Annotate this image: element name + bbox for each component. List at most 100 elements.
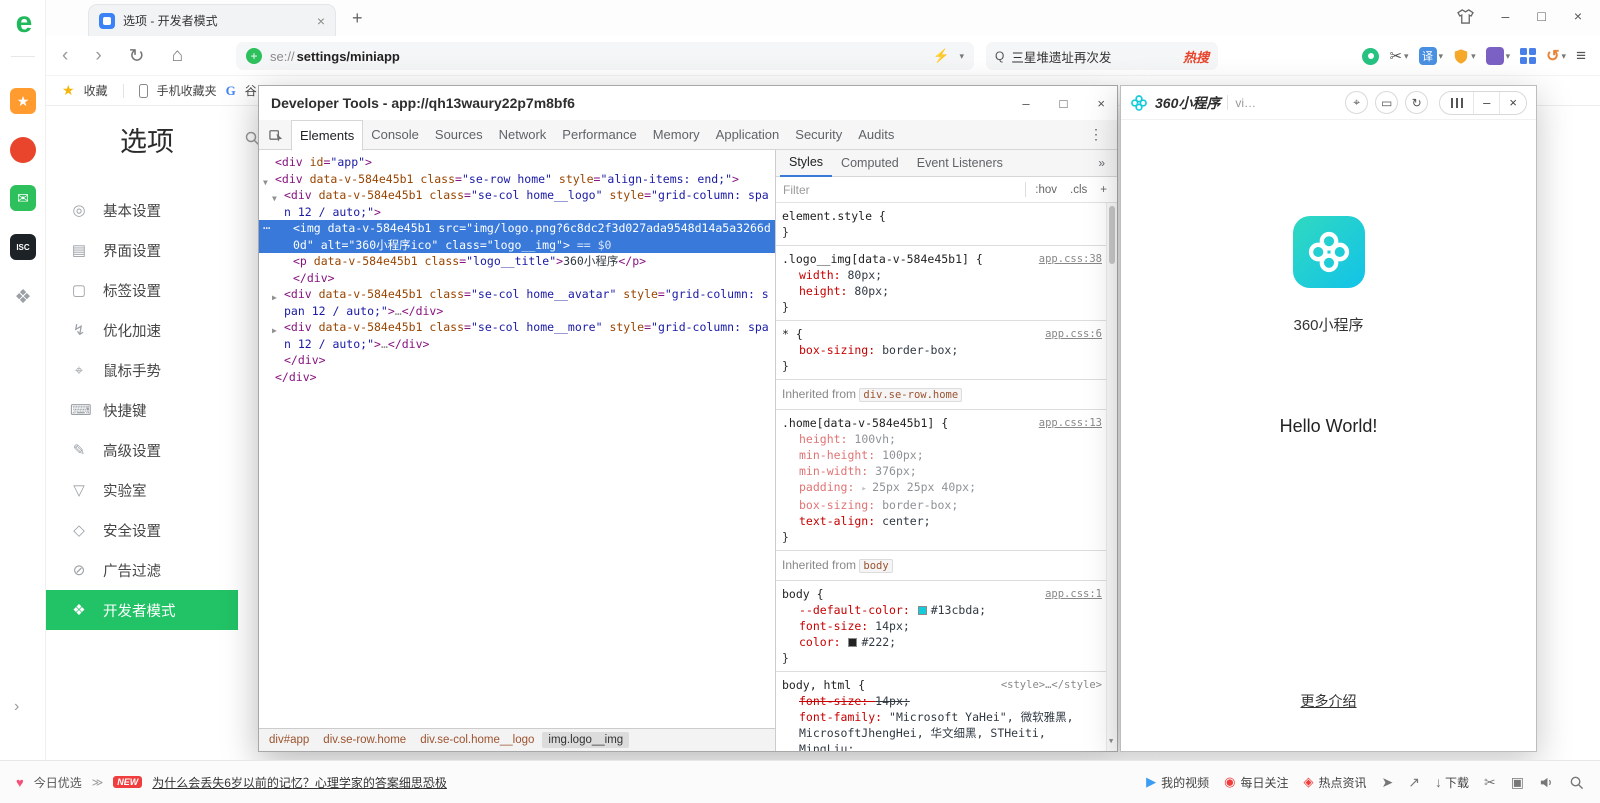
screenshot-icon[interactable]: ✂ bbox=[1484, 774, 1496, 791]
miniapp-minimize-button[interactable]: – bbox=[1473, 92, 1499, 114]
settings-menu-item[interactable]: ❖开发者模式 bbox=[46, 590, 238, 630]
settings-menu-item[interactable]: ◇安全设置 bbox=[46, 510, 238, 550]
hot-search-brand[interactable]: 热搜 bbox=[1183, 47, 1209, 66]
styles-filter-input[interactable] bbox=[783, 183, 1019, 197]
apps-grid-icon[interactable] bbox=[1520, 48, 1536, 64]
panel-icon[interactable]: ▣ bbox=[1511, 774, 1524, 791]
styles-scrollbar[interactable]: ▼ bbox=[1106, 203, 1117, 751]
breadcrumb-item[interactable]: div.se-col.home__logo bbox=[414, 732, 540, 748]
stylesheet-link[interactable]: app.css:6 bbox=[1045, 326, 1102, 342]
dom-tree-node[interactable]: <p data-v-584e45b1 class="logo__title">3… bbox=[259, 253, 775, 270]
stylesheet-link[interactable]: app.css:13 bbox=[1039, 415, 1102, 431]
rule-selector[interactable]: .home[data-v-584e45b1] { bbox=[782, 416, 948, 430]
speaker-icon[interactable] bbox=[1539, 775, 1554, 790]
stylesheet-link[interactable]: <style>…</style> bbox=[1001, 677, 1102, 693]
sidebar-tab-event-listeners[interactable]: Event Listeners bbox=[908, 150, 1012, 176]
devtools-tab-audits[interactable]: Audits bbox=[850, 120, 902, 149]
settings-menu-item[interactable]: ⊘广告过滤 bbox=[46, 550, 238, 590]
stylesheet-link[interactable]: app.css:1 bbox=[1045, 586, 1102, 602]
css-property[interactable]: font-family: "Microsoft YaHei", 微软雅黑, Mi… bbox=[782, 709, 1102, 751]
css-property[interactable]: width: 80px; bbox=[782, 267, 1102, 283]
back-icon[interactable]: ‹ bbox=[62, 45, 68, 67]
css-property[interactable]: box-sizing: border-box; bbox=[782, 342, 1102, 358]
mobile-favorites-button[interactable]: 手机收藏夹 bbox=[157, 82, 217, 99]
settings-menu-item[interactable]: ↯优化加速 bbox=[46, 310, 238, 350]
devtools-minimize-button[interactable]: – bbox=[1022, 96, 1029, 111]
twisty-icon[interactable]: ▶ bbox=[272, 290, 277, 307]
favorites-button[interactable]: 收藏 bbox=[84, 82, 108, 99]
share-icon[interactable]: ➤ bbox=[1382, 774, 1394, 791]
css-property[interactable]: min-height: 100px; bbox=[782, 447, 1102, 463]
minimize-button[interactable]: – bbox=[1502, 8, 1510, 24]
dom-tree-node[interactable]: ▶<div data-v-584e45b1 class="se-col home… bbox=[259, 319, 775, 352]
favorites-sidebar-icon[interactable]: ★ bbox=[10, 88, 36, 114]
skin-icon[interactable] bbox=[1457, 9, 1474, 24]
url-field[interactable]: + se:// settings/miniapp ⚡ ▾ bbox=[236, 42, 974, 70]
devtools-tab-security[interactable]: Security bbox=[787, 120, 850, 149]
dom-tree-node[interactable]: ⋯<img data-v-584e45b1 src="img/logo.png?… bbox=[259, 220, 775, 253]
screenshot-extension[interactable]: ✂▾ bbox=[1389, 47, 1408, 65]
css-property[interactable]: font-size: 14px; bbox=[782, 693, 1102, 709]
scroll-down-icon[interactable]: ▼ bbox=[1109, 733, 1113, 749]
miniapp-titlebar[interactable]: 360小程序 vi… ⌖ ▭ ↻ – × bbox=[1121, 86, 1536, 120]
dom-tree-node[interactable]: </div> bbox=[259, 270, 775, 287]
rule-selector[interactable]: element.style { bbox=[782, 209, 886, 223]
inspect-element-icon[interactable] bbox=[265, 127, 287, 142]
scrollbar-thumb[interactable] bbox=[1109, 206, 1115, 264]
search-box[interactable]: Q 三星堆遗址再次发 热搜 bbox=[986, 42, 1218, 70]
settings-menu-item[interactable]: ▤界面设置 bbox=[46, 230, 238, 270]
dom-tree-node[interactable]: </div> bbox=[259, 352, 775, 369]
settings-menu-item[interactable]: ▽实验室 bbox=[46, 470, 238, 510]
green-status-icon[interactable] bbox=[1362, 48, 1379, 65]
restore-extension[interactable]: ↺▾ bbox=[1546, 46, 1566, 66]
settings-menu-item[interactable]: ⌖鼠标手势 bbox=[46, 350, 238, 390]
sidebar-tab-styles[interactable]: Styles bbox=[780, 149, 832, 177]
search-query[interactable]: 三星堆遗址再次发 bbox=[1011, 47, 1176, 66]
settings-menu-item[interactable]: ⌨快捷键 bbox=[46, 390, 238, 430]
monitor-icon[interactable]: ▭ bbox=[1375, 91, 1398, 114]
more-info-link[interactable]: 更多介绍 bbox=[1121, 691, 1536, 711]
expand-icon[interactable]: ▸ bbox=[861, 484, 872, 494]
devtools-tab-sources[interactable]: Sources bbox=[427, 120, 491, 149]
speed-mode-icon[interactable]: ⚡ bbox=[933, 48, 949, 64]
strip-expand-icon[interactable]: › bbox=[14, 698, 19, 716]
devtools-tab-elements[interactable]: Elements bbox=[291, 120, 363, 151]
game-extension[interactable]: ▾ bbox=[1486, 47, 1511, 65]
css-property[interactable]: color: #222; bbox=[782, 634, 1102, 650]
pseudo-toggle-button[interactable]: :hov bbox=[1032, 184, 1060, 196]
dom-tree-node[interactable]: ▼<div data-v-584e45b1 class="se-row home… bbox=[259, 171, 775, 188]
devtools-tab-network[interactable]: Network bbox=[491, 120, 555, 149]
devtools-more-icon[interactable]: ⋮ bbox=[1081, 126, 1111, 143]
devtools-tab-console[interactable]: Console bbox=[363, 120, 427, 149]
color-swatch-icon[interactable] bbox=[918, 606, 927, 615]
zoom-search-icon[interactable] bbox=[1569, 775, 1584, 790]
home-icon[interactable]: ⌂ bbox=[172, 45, 183, 67]
browser-tab[interactable]: 选项 - 开发者模式 × bbox=[88, 4, 336, 36]
rule-selector[interactable]: .logo__img[data-v-584e45b1] { bbox=[782, 252, 983, 266]
isc-badge-icon[interactable]: ISC bbox=[10, 234, 36, 260]
breadcrumb-item[interactable]: img.logo__img bbox=[542, 732, 629, 748]
css-property[interactable]: --default-color: #13cbda; bbox=[782, 602, 1102, 618]
boost-icon[interactable]: ↗ bbox=[1408, 774, 1420, 791]
css-property[interactable]: padding: ▸ 25px 25px 40px; bbox=[782, 479, 1102, 497]
sidebar-tab-computed[interactable]: Computed bbox=[832, 150, 908, 176]
dom-tree-node[interactable]: <div id="app"> bbox=[259, 154, 775, 171]
maximize-button[interactable]: □ bbox=[1537, 8, 1545, 24]
headline-link[interactable]: 为什么会丢失6岁以前的记忆？心理学家的答案细思恐极 bbox=[152, 774, 447, 791]
forward-icon[interactable]: › bbox=[95, 45, 101, 67]
site-security-icon[interactable]: + bbox=[246, 48, 262, 64]
rule-selector[interactable]: body { bbox=[782, 587, 824, 601]
close-button[interactable]: × bbox=[1574, 8, 1582, 24]
featured-label[interactable]: 今日优选 bbox=[34, 774, 82, 791]
devtools-tab-application[interactable]: Application bbox=[708, 120, 788, 149]
dom-tree-node[interactable]: ▶<div data-v-584e45b1 class="se-col home… bbox=[259, 286, 775, 319]
devtools-tab-memory[interactable]: Memory bbox=[645, 120, 708, 149]
rule-selector[interactable]: * { bbox=[782, 327, 803, 341]
hot-app-icon[interactable] bbox=[10, 137, 36, 163]
settings-menu-item[interactable]: ✎高级设置 bbox=[46, 430, 238, 470]
node-more-icon[interactable]: ⋯ bbox=[263, 220, 271, 237]
css-property[interactable]: text-align: center; bbox=[782, 513, 1102, 529]
url-dropdown-icon[interactable]: ▾ bbox=[959, 51, 964, 62]
chevrons-icon[interactable]: ≫ bbox=[92, 776, 104, 789]
locate-icon[interactable]: ⌖ bbox=[1345, 91, 1368, 114]
